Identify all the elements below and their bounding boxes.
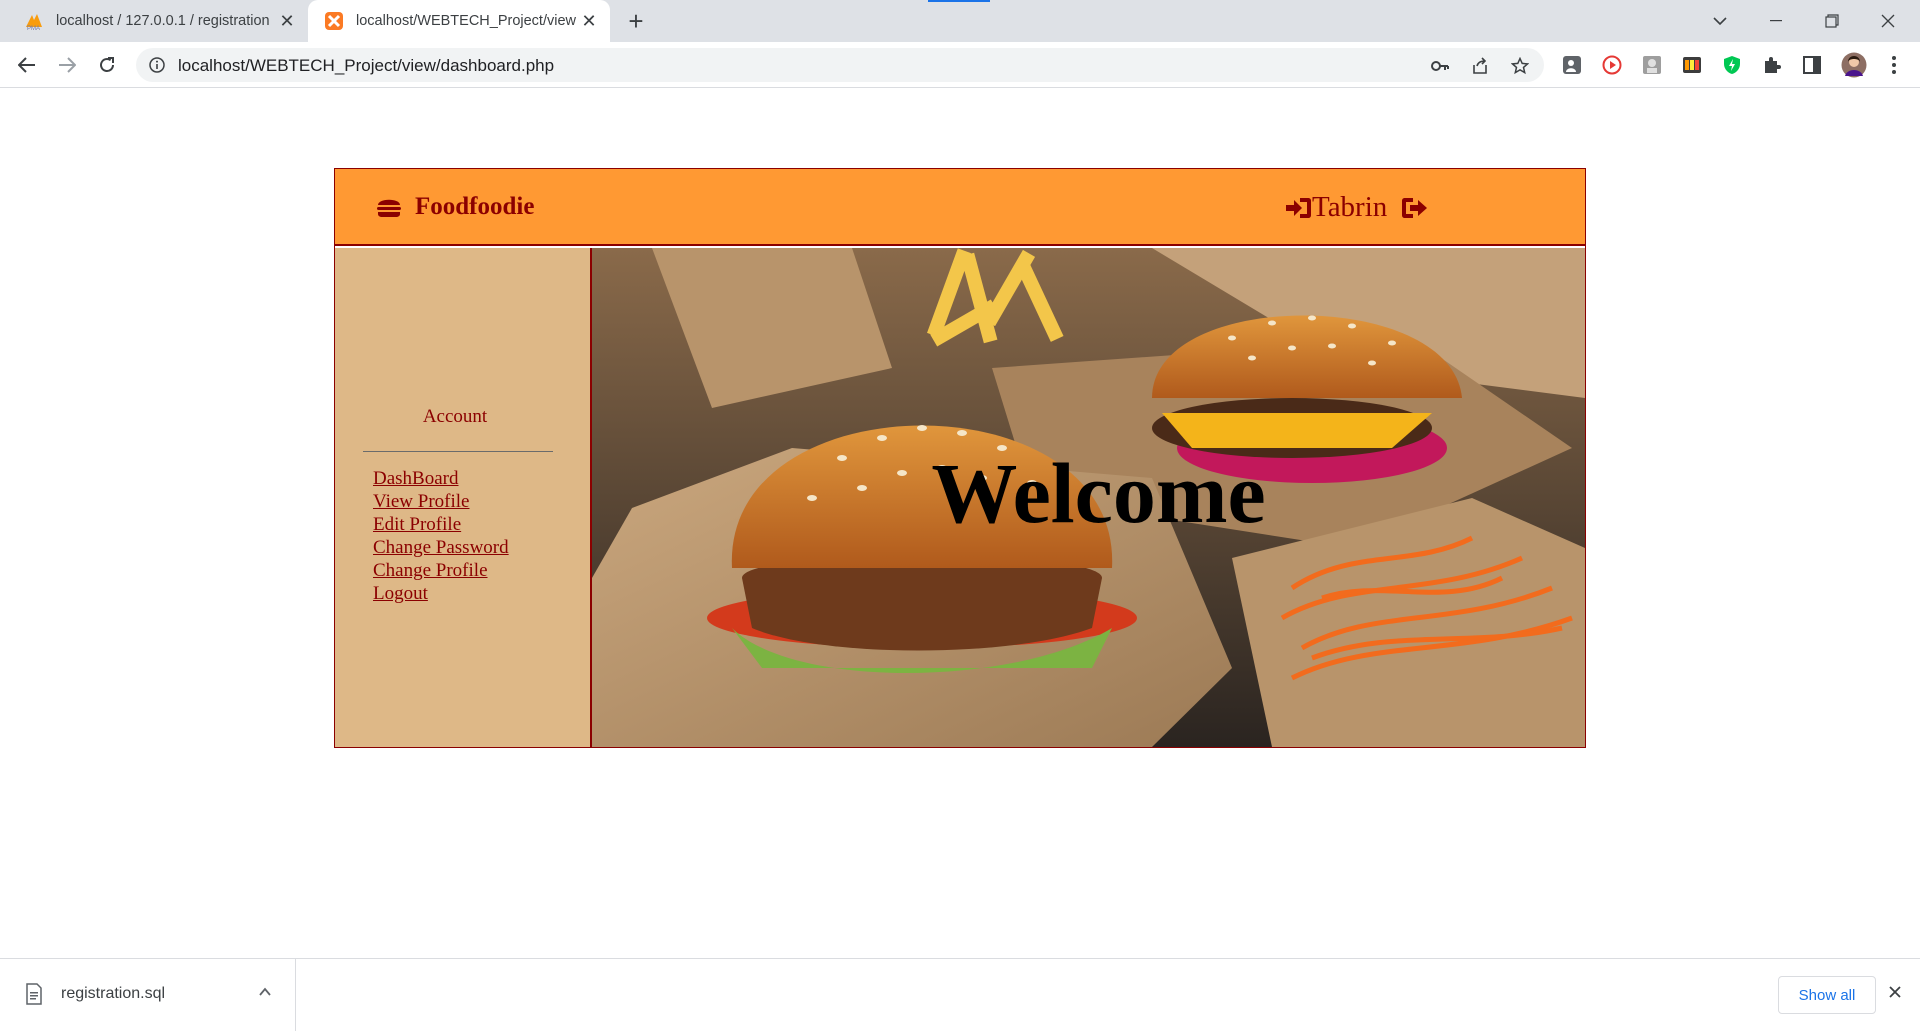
file-icon [26, 983, 42, 1005]
sidebar-divider [363, 451, 553, 452]
minimize-button[interactable] [1748, 4, 1804, 38]
browser-menu-icon[interactable] [1883, 54, 1905, 76]
extension-play-icon[interactable] [1601, 54, 1623, 76]
sidebar-link-change-password[interactable]: Change Password [373, 536, 509, 559]
close-window-button[interactable] [1860, 4, 1916, 38]
burger-icon [377, 199, 401, 217]
browser-tab-strip: PMA localhost / 127.0.0.1 / registration… [0, 0, 1920, 42]
close-icon[interactable] [1888, 985, 1902, 999]
extension-shield-icon[interactable] [1721, 54, 1743, 76]
download-file-name: registration.sql [61, 985, 166, 1002]
sidebar-link-logout[interactable]: Logout [373, 582, 509, 605]
dashboard-page: Foodfoodie Tabrin Account DashBoard View… [334, 168, 1586, 748]
key-icon[interactable] [1430, 56, 1450, 76]
xampp-icon [325, 12, 343, 30]
sidebar-link-edit-profile[interactable]: Edit Profile [373, 513, 509, 536]
show-all-button[interactable]: Show all [1778, 976, 1876, 1014]
address-bar[interactable]: localhost/WEBTECH_Project/view/dashboard… [136, 48, 1544, 82]
sign-in-icon[interactable] [1285, 196, 1312, 220]
share-icon[interactable] [1470, 56, 1490, 76]
site-header: Foodfoodie Tabrin [335, 169, 1585, 246]
sidebar-link-dashboard[interactable]: DashBoard [373, 467, 509, 490]
download-item[interactable]: registration.sql [0, 959, 296, 1031]
sidebar-title: Account [422, 406, 488, 427]
extension-contact-icon[interactable] [1561, 54, 1583, 76]
brand: Foodfoodie [377, 193, 534, 221]
extension-photo-icon[interactable] [1641, 54, 1663, 76]
welcome-heading: Welcome [931, 445, 1266, 541]
restore-button[interactable] [1804, 4, 1860, 38]
close-tab-icon[interactable]: ✕ [580, 12, 598, 30]
download-shelf: registration.sql Show all [0, 958, 1920, 1031]
tab-phpmyadmin[interactable]: PMA localhost / 127.0.0.1 / registration… [0, 0, 308, 42]
side-panel-icon[interactable] [1801, 54, 1823, 76]
account-menu: DashBoard View Profile Edit Profile Chan… [373, 467, 509, 605]
user-name: Tabrin [1312, 191, 1388, 223]
sidebar-link-view-profile[interactable]: View Profile [373, 490, 509, 513]
phpmyadmin-icon: PMA [26, 14, 42, 31]
bookmark-star-icon[interactable] [1510, 56, 1530, 76]
browser-toolbar: localhost/WEBTECH_Project/view/dashboard… [0, 42, 1920, 88]
tab-search-indicator [928, 0, 990, 2]
tab-search-chevron-icon[interactable] [1692, 4, 1748, 38]
hero-image: Welcome [592, 248, 1585, 747]
new-tab-button[interactable]: + [624, 8, 648, 34]
url-text[interactable]: localhost/WEBTECH_Project/view/dashboard… [178, 56, 554, 76]
sign-out-icon[interactable] [1401, 196, 1428, 220]
forward-icon[interactable] [54, 52, 80, 78]
chevron-up-icon[interactable] [258, 985, 272, 999]
reload-icon[interactable] [94, 52, 120, 78]
tab-dashboard[interactable]: localhost/WEBTECH_Project/view ✕ [308, 0, 610, 42]
profile-avatar[interactable] [1841, 52, 1867, 78]
svg-text:PMA: PMA [27, 26, 40, 31]
extension-palette-icon[interactable] [1681, 54, 1703, 76]
tab-title: localhost / 127.0.0.1 / registration [56, 13, 270, 29]
account-sidebar: Account DashBoard View Profile Edit Prof… [335, 248, 592, 747]
brand-name: Foodfoodie [415, 193, 535, 220]
extensions-puzzle-icon[interactable] [1761, 54, 1783, 76]
tab-title: localhost/WEBTECH_Project/view [356, 13, 576, 29]
back-icon[interactable] [14, 52, 40, 78]
site-info-icon[interactable] [149, 57, 165, 73]
user-area: Tabrin [1285, 191, 1428, 224]
close-tab-icon[interactable]: ✕ [278, 12, 296, 30]
sidebar-link-change-profile[interactable]: Change Profile [373, 559, 509, 582]
